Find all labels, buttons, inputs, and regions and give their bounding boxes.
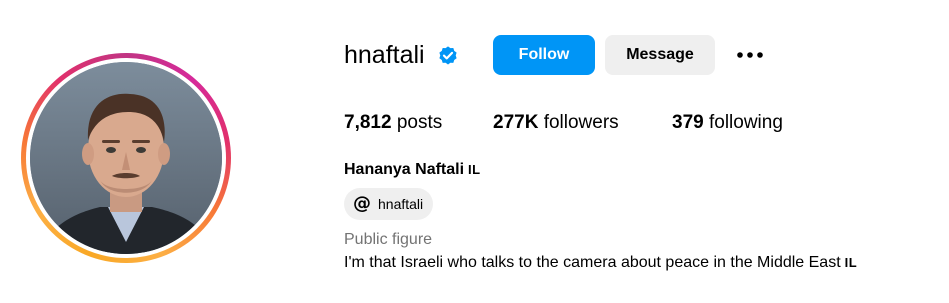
followers-count: 277K	[493, 112, 539, 133]
avatar-portrait-image	[30, 62, 222, 254]
profile-full-name: Hananya Naftali	[344, 161, 465, 178]
israel-flag-icon: IL	[468, 162, 481, 177]
israel-flag-icon: IL	[844, 255, 858, 270]
follow-button[interactable]: Follow	[493, 35, 595, 75]
threads-handle: hnaftali	[378, 196, 424, 212]
profile-category: Public figure	[344, 231, 433, 248]
posts-label: posts	[396, 112, 443, 133]
more-options-icon[interactable]	[734, 44, 766, 66]
message-button[interactable]: Message	[605, 35, 715, 75]
bio-text: I'm that Israeli who talks to the camera…	[344, 254, 841, 271]
followers-stat[interactable]: 277K followers	[493, 111, 619, 135]
profile-avatar[interactable]	[30, 62, 222, 254]
following-count: 379	[672, 112, 704, 133]
verified-badge-icon	[439, 46, 457, 65]
threads-icon: @	[353, 193, 371, 214]
following-label: following	[708, 112, 783, 133]
followers-label: followers	[543, 112, 619, 133]
posts-count: 7,812	[344, 112, 392, 133]
story-ring[interactable]	[21, 53, 231, 263]
following-stat[interactable]: 379 following	[672, 111, 783, 135]
posts-stat: 7,812 posts	[344, 111, 442, 135]
profile-username: hnaftali	[344, 41, 425, 69]
profile-bio: I'm that Israeli who talks to the camera…	[344, 253, 857, 273]
profile-full-name-row: Hananya Naftali IL	[344, 160, 481, 180]
threads-link-chip[interactable]: @ hnaftali	[344, 188, 433, 220]
